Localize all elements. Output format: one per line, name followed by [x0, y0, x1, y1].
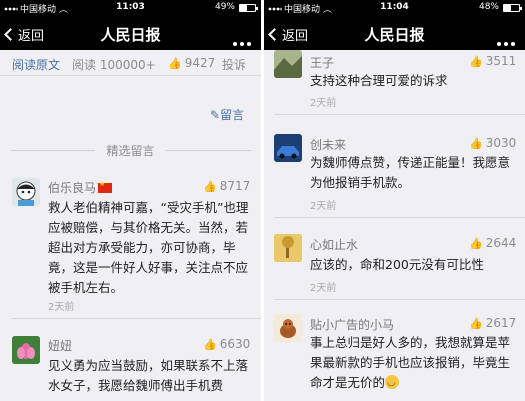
- thumbs-up-icon: 👍: [469, 237, 483, 250]
- comment-time: 2天前: [310, 98, 337, 109]
- avatar-car-icon: [274, 134, 302, 162]
- comment-username[interactable]: 心如止水: [310, 236, 358, 253]
- more-dot-icon: [233, 42, 237, 46]
- comment-like-count: 6630: [219, 337, 251, 351]
- username-text: 伯乐良马: [48, 181, 97, 195]
- thumbs-up-icon: 👍: [203, 338, 217, 351]
- right-phone-screen: 中国移动 ︵ 11:04 48% 返回 人民日报 王子 👍 3511 支持这种合理…: [264, 0, 525, 401]
- avatar-scenery-icon: [274, 234, 302, 262]
- comment-like-count: 8717: [219, 179, 251, 193]
- thumbs-up-icon: 👍: [469, 55, 483, 68]
- avatar-landscape-icon: [274, 50, 302, 78]
- comment-like-button[interactable]: 👍 3511: [469, 54, 516, 68]
- comment-time: 2天前: [48, 302, 75, 313]
- thumbs-up-icon: 👍: [203, 180, 217, 193]
- divider: [12, 318, 261, 319]
- page-title: 人民日报: [364, 26, 425, 44]
- more-menu-button[interactable]: [494, 31, 515, 50]
- comment-like-count: 3511: [485, 54, 517, 68]
- comment-text: 见义勇为应当鼓励，如果联系不上落水女子，我愿给魏师傅出手机费: [48, 358, 249, 393]
- divider: [274, 217, 525, 218]
- comment-text-content: 事上总归是好人多的，我想就算是苹果最新款的手机也应该报销，毕竟生命才是无价的: [310, 335, 511, 390]
- smile-emoji-icon: [385, 373, 400, 393]
- thumbs-up-icon: 👍: [168, 57, 182, 70]
- report-link[interactable]: 投诉: [222, 56, 246, 73]
- thumbs-up-icon: 👍: [469, 317, 483, 330]
- page-title: 人民日报: [100, 26, 161, 44]
- read-original-link[interactable]: 阅读原文: [12, 56, 60, 73]
- more-dot-icon: [511, 42, 515, 46]
- comment-like-button[interactable]: 👍 2617: [469, 316, 516, 330]
- article-stats-bar: 阅读原文 阅读 100000+ 👍 9427 投诉: [0, 50, 261, 76]
- divider: [274, 299, 525, 300]
- thumbs-up-icon: 👍: [469, 137, 483, 150]
- comment-like-count: 2644: [485, 236, 517, 250]
- battery-icon: [503, 4, 522, 12]
- comment-like-count: 2617: [485, 316, 517, 330]
- comment-like-button[interactable]: 👍 6630: [203, 337, 250, 351]
- comment-time: 2天前: [310, 201, 337, 212]
- battery-percent: 48%: [478, 2, 499, 12]
- avatar[interactable]: [274, 234, 302, 262]
- read-count: 阅读 100000+: [72, 58, 156, 72]
- comment-text: 应该的，命和200元没有可比性: [310, 257, 484, 272]
- write-comment-button[interactable]: ✎留言: [210, 106, 244, 123]
- more-menu-button[interactable]: [230, 31, 251, 50]
- comment-like-button[interactable]: 👍 3030: [469, 136, 516, 150]
- comment-text: 救人老伯精神可嘉，“受灾手机”也理应被赔偿，与其价格无关。当然，若超出对方承受能…: [48, 200, 249, 295]
- comment-username[interactable]: 王子: [310, 54, 334, 71]
- divider: [274, 114, 525, 115]
- china-flag-icon: [98, 180, 113, 193]
- comment-text: 为魏师傅点赞，传递正能量！我愿意为他报销手机款。: [310, 155, 511, 190]
- comment-username[interactable]: 贴小广告的小马: [310, 316, 394, 333]
- divider: [166, 150, 251, 151]
- avatar[interactable]: [12, 178, 40, 206]
- comment-text: 支持这种合理可爱的诉求: [310, 73, 448, 88]
- avatar-lotus-icon: [12, 336, 40, 364]
- comment-like-button[interactable]: 👍 2644: [469, 236, 516, 250]
- more-dot-icon: [504, 42, 508, 46]
- nav-bar: 返回 人民日报: [264, 16, 525, 50]
- comment-like-button[interactable]: 👍 8717: [203, 179, 250, 193]
- battery-icon: [239, 4, 258, 12]
- more-dot-icon: [240, 42, 244, 46]
- write-comment-label: 留言: [220, 108, 245, 122]
- more-dot-icon: [247, 42, 251, 46]
- avatar[interactable]: [274, 314, 302, 342]
- comment-time: 2天前: [310, 283, 337, 294]
- comment-username[interactable]: 妞妞: [48, 337, 72, 354]
- comment-text: 事上总归是好人多的，我想就算是苹果最新款的手机也应该报销，毕竟生命才是无价的: [310, 333, 515, 393]
- avatar-horse-icon: [274, 314, 302, 342]
- article-like-count: 9427: [184, 56, 216, 70]
- comment-like-count: 3030: [485, 136, 517, 150]
- status-bar: 中国移动 ︵ 11:04 48%: [264, 0, 525, 16]
- avatar[interactable]: [274, 134, 302, 162]
- avatar[interactable]: [274, 50, 302, 78]
- nav-bar: 返回 人民日报: [0, 16, 261, 50]
- left-phone-screen: 中国移动 ︵ 11:03 49% 返回 人民日报 阅读原文 阅读 100000+…: [0, 0, 261, 401]
- battery-percent: 49%: [214, 2, 235, 12]
- comment-username[interactable]: 创未来: [310, 136, 346, 153]
- more-dot-icon: [497, 42, 501, 46]
- pencil-icon: ✎: [210, 108, 221, 122]
- status-bar: 中国移动 ︵ 11:03 49%: [0, 0, 261, 16]
- comment-username[interactable]: 伯乐良马: [48, 179, 113, 196]
- avatar[interactable]: [12, 336, 40, 364]
- avatar-cartoon-icon: [16, 181, 36, 206]
- article-like-button[interactable]: 👍 9427: [168, 56, 215, 70]
